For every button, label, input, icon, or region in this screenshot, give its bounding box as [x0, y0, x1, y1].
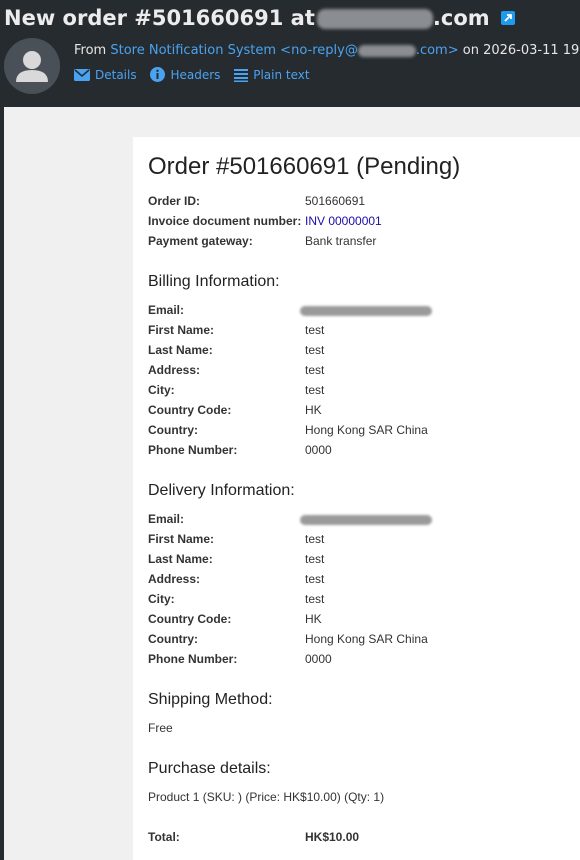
- delivery-country-label: Country:: [148, 632, 198, 646]
- message-actions: Details Headers Plain text: [74, 67, 320, 83]
- total-label: Total:: [148, 830, 180, 844]
- delivery-first-name-label: First Name:: [148, 532, 215, 546]
- subject-suffix: .com: [432, 6, 490, 30]
- billing-phone-label: Phone Number:: [148, 443, 238, 457]
- shipping-method: Free: [148, 721, 173, 735]
- billing-phone: 0000: [305, 443, 332, 457]
- billing-email-label: Email:: [148, 303, 185, 317]
- message-subject: New order #501660691 at .com: [4, 6, 515, 30]
- info-icon: [150, 67, 166, 82]
- delivery-heading: Delivery Information:: [148, 482, 295, 499]
- purchase-line-item: Product 1 (SKU: ) (Price: HK$10.00) (Qty…: [148, 790, 385, 804]
- billing-last-name-label: Last Name:: [148, 343, 213, 357]
- message-date: on 2026-03-11 19:49: [462, 43, 580, 58]
- delivery-country-code: HK: [305, 612, 322, 626]
- billing-email-redacted: [300, 306, 432, 316]
- billing-city-label: City:: [148, 383, 175, 397]
- delivery-city-label: City:: [148, 592, 175, 606]
- delivery-country-code-label: Country Code:: [148, 612, 232, 626]
- from-line: From Store Notification System <no-reply…: [74, 43, 580, 58]
- billing-country-code-label: Country Code:: [148, 403, 232, 417]
- delivery-last-name: test: [305, 552, 325, 566]
- invoice-label: Invoice document number:: [148, 214, 302, 228]
- billing-address-label: Address:: [148, 363, 201, 377]
- purchase-heading: Purchase details:: [148, 760, 271, 777]
- redacted-sender-domain: [357, 44, 416, 57]
- delivery-country: Hong Kong SAR China: [305, 632, 428, 646]
- message-header: New order #501660691 at .com From Store N…: [0, 0, 580, 107]
- envelope-icon: [74, 68, 90, 81]
- details-button[interactable]: Details: [74, 68, 137, 82]
- from-prefix: From: [74, 43, 107, 58]
- headers-button[interactable]: Headers: [150, 67, 220, 83]
- delivery-first-name: test: [305, 532, 325, 546]
- delivery-email-redacted: [300, 515, 432, 525]
- plain-text-button[interactable]: Plain text: [234, 68, 310, 83]
- redacted-domain: [316, 9, 433, 29]
- billing-country-code: HK: [305, 403, 322, 417]
- gateway-label: Payment gateway:: [148, 234, 253, 248]
- list-icon: [234, 68, 249, 82]
- sender-address[interactable]: Store Notification System <no-reply@ .com…: [110, 43, 458, 58]
- delivery-last-name-label: Last Name:: [148, 552, 213, 566]
- invoice-link[interactable]: INV 00000001: [305, 214, 382, 228]
- billing-first-name: test: [305, 323, 325, 337]
- total-value: HK$10.00: [305, 830, 360, 844]
- billing-heading: Billing Information:: [148, 273, 280, 290]
- avatar-icon: [4, 38, 60, 94]
- billing-address: test: [305, 363, 325, 377]
- gateway-value: Bank transfer: [305, 234, 377, 248]
- delivery-email-label: Email:: [148, 512, 185, 526]
- billing-country: Hong Kong SAR China: [305, 423, 428, 437]
- order-title: Order #501660691 (Pending): [148, 153, 461, 180]
- delivery-phone-label: Phone Number:: [148, 652, 238, 666]
- delivery-phone: 0000: [305, 652, 332, 666]
- delivery-address: test: [305, 572, 325, 586]
- external-link-icon[interactable]: [500, 11, 515, 25]
- billing-first-name-label: First Name:: [148, 323, 215, 337]
- billing-last-name: test: [305, 343, 325, 357]
- billing-country-label: Country:: [148, 423, 198, 437]
- delivery-city: test: [305, 592, 325, 606]
- subject-text: New order #501660691 at: [4, 6, 315, 30]
- order-id-value: 501660691: [305, 194, 366, 208]
- billing-city: test: [305, 383, 325, 397]
- shipping-heading: Shipping Method:: [148, 691, 273, 708]
- order-id-label: Order ID:: [148, 194, 201, 208]
- delivery-address-label: Address:: [148, 572, 201, 586]
